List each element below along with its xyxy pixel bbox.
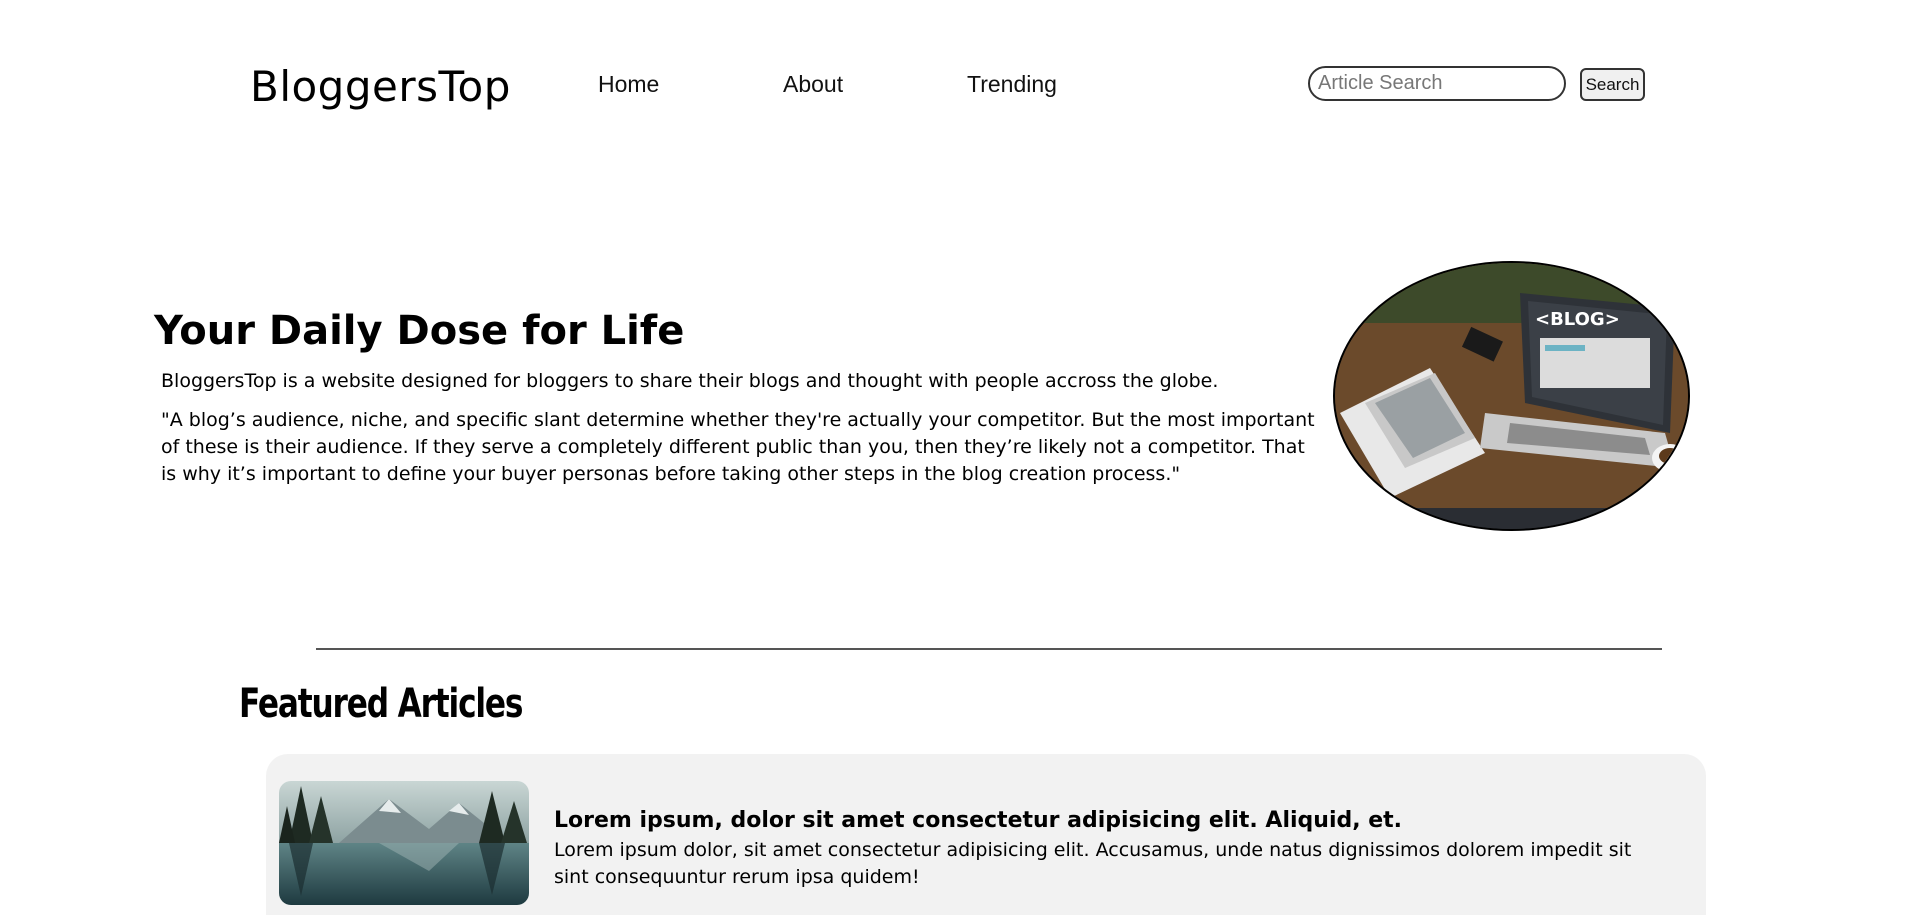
hero-quote-text: "A blog’s audience, niche, and specific …	[161, 409, 1315, 485]
article-title[interactable]: Lorem ipsum, dolor sit amet consectetur …	[554, 808, 1402, 833]
article-thumbnail[interactable]	[279, 781, 529, 905]
search-button[interactable]: Search	[1580, 68, 1645, 101]
hero-image-blog-label: <BLOG>	[1535, 309, 1620, 330]
hero-title: Your Daily Dose for Life	[154, 308, 685, 354]
page: BloggersTop Home About Trending Search Y…	[0, 0, 1900, 915]
article-search-input[interactable]	[1308, 66, 1566, 101]
nav-link-home[interactable]: Home	[598, 71, 659, 98]
section-divider	[316, 648, 1662, 650]
featured-articles-heading: Featured Articles	[239, 681, 523, 727]
nav-link-trending[interactable]: Trending	[967, 71, 1057, 98]
article-description: Lorem ipsum dolor, sit amet consectetur …	[554, 839, 1632, 888]
nav-link-about[interactable]: About	[783, 71, 843, 98]
site-logo[interactable]: BloggersTop	[250, 62, 511, 111]
hero-blog-laptop-image: <BLOG>	[1333, 261, 1690, 531]
hero-intro-text: BloggersTop is a website designed for bl…	[161, 370, 1219, 392]
article-card[interactable]: Lorem ipsum, dolor sit amet consectetur …	[266, 754, 1706, 915]
